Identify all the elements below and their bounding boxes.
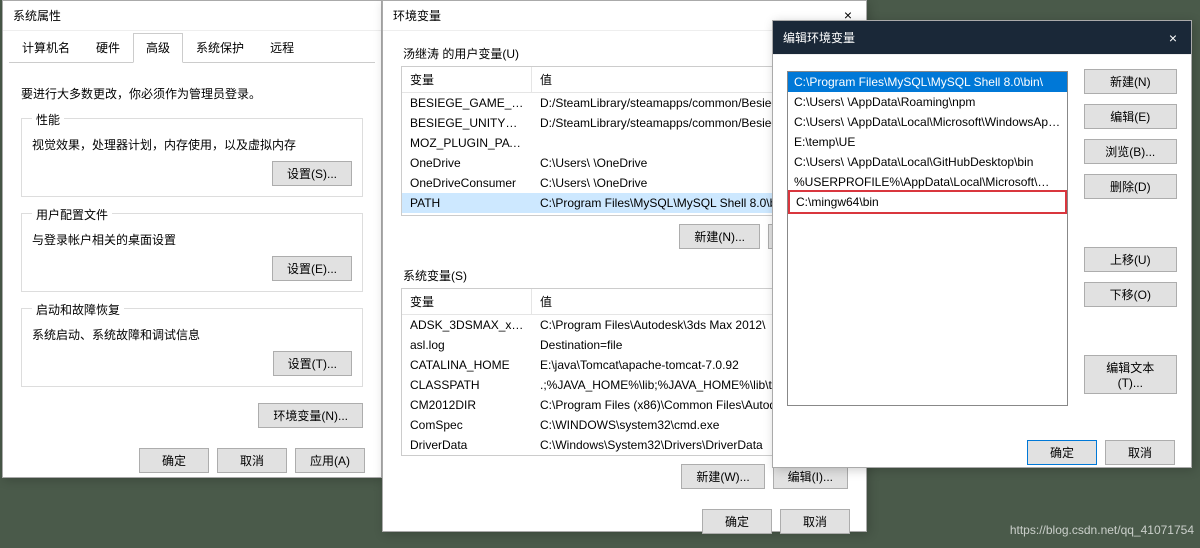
sysprops-panel: 要进行大多数更改，你必须作为管理员登录。 性能 视觉效果，处理器计划，内存使用，… (3, 63, 381, 438)
startup-group: 启动和故障恢复 系统启动、系统故障和调试信息 设置(T)... (21, 308, 363, 387)
userprof-settings-button[interactable]: 设置(E)... (272, 256, 352, 281)
userprofile-group: 用户配置文件 与登录帐户相关的桌面设置 设置(E)... (21, 213, 363, 292)
startup-settings-button[interactable]: 设置(T)... (273, 351, 352, 376)
path-delete-button[interactable]: 删除(D) (1084, 174, 1177, 199)
list-item[interactable]: C:\Users\ \AppData\Local\Microsoft\Windo… (788, 112, 1067, 132)
close-icon[interactable]: × (1165, 30, 1181, 46)
list-item[interactable]: C:\Program Files\MySQL\MySQL Shell 8.0\b… (788, 72, 1067, 92)
startup-legend: 启动和故障恢复 (32, 301, 124, 318)
tab-system-protection[interactable]: 系统保护 (183, 33, 257, 62)
sys-new-button[interactable]: 新建(W)... (681, 464, 764, 489)
editenv-title: 编辑环境变量 (783, 29, 855, 46)
env-vars-button[interactable]: 环境变量(N)... (258, 403, 363, 428)
path-list[interactable]: C:\Program Files\MySQL\MySQL Shell 8.0\b… (787, 71, 1068, 406)
perf-desc: 视觉效果，处理器计划，内存使用，以及虚拟内存 (32, 136, 352, 153)
system-properties-window: 系统属性 计算机名 硬件 高级 系统保护 远程 要进行大多数更改，你必须作为管理… (2, 0, 382, 478)
editenv-titlebar: 编辑环境变量 × (773, 21, 1191, 55)
envvars-cancel-button[interactable]: 取消 (780, 509, 850, 534)
tab-hardware[interactable]: 硬件 (83, 33, 133, 62)
envvars-ok-button[interactable]: 确定 (702, 509, 772, 534)
sysprops-tabs: 计算机名 硬件 高级 系统保护 远程 (9, 33, 375, 63)
list-item[interactable]: C:\Users\ \AppData\Roaming\npm (788, 92, 1067, 112)
envvars-title: 环境变量 (393, 7, 441, 24)
startup-desc: 系统启动、系统故障和调试信息 (32, 326, 352, 343)
editenv-side-buttons: 新建(N) 编辑(E) 浏览(B)... 删除(D) 上移(U) 下移(O) 编… (1084, 61, 1177, 416)
tab-advanced[interactable]: 高级 (133, 33, 183, 63)
sysprops-title: 系统属性 (3, 1, 381, 31)
editenv-cancel-button[interactable]: 取消 (1105, 440, 1175, 465)
list-item[interactable]: C:\Users\ \AppData\Local\GitHubDesktop\b… (788, 152, 1067, 172)
performance-group: 性能 视觉效果，处理器计划，内存使用，以及虚拟内存 设置(S)... (21, 118, 363, 197)
path-edittext-button[interactable]: 编辑文本(T)... (1084, 355, 1177, 394)
watermark: https://blog.csdn.net/qq_41071754 (1010, 523, 1194, 537)
admin-info: 要进行大多数更改，你必须作为管理员登录。 (21, 85, 363, 102)
perf-settings-button[interactable]: 设置(S)... (272, 161, 352, 186)
path-new-button[interactable]: 新建(N) (1084, 69, 1177, 94)
list-item[interactable]: %USERPROFILE%\AppData\Local\Microsoft\Wi… (788, 172, 1067, 192)
list-item[interactable]: E:\temp\UE (788, 132, 1067, 152)
tab-remote[interactable]: 远程 (257, 33, 307, 62)
editenv-ok-button[interactable]: 确定 (1027, 440, 1097, 465)
sysprops-footer: 确定 取消 应用(A) (3, 438, 381, 487)
path-movedown-button[interactable]: 下移(O) (1084, 282, 1177, 307)
userprof-legend: 用户配置文件 (32, 206, 112, 223)
path-edit-button[interactable]: 编辑(E) (1084, 104, 1177, 129)
perf-legend: 性能 (32, 111, 64, 128)
tab-computer-name[interactable]: 计算机名 (9, 33, 83, 62)
sysprops-apply-button[interactable]: 应用(A) (295, 448, 365, 473)
sysprops-cancel-button[interactable]: 取消 (217, 448, 287, 473)
list-item[interactable]: C:\mingw64\bin (788, 190, 1067, 214)
user-new-button[interactable]: 新建(N)... (679, 224, 760, 249)
path-moveup-button[interactable]: 上移(U) (1084, 247, 1177, 272)
sysprops-ok-button[interactable]: 确定 (139, 448, 209, 473)
editenv-footer: 确定 取消 (773, 430, 1191, 479)
userprof-desc: 与登录帐户相关的桌面设置 (32, 231, 352, 248)
path-browse-button[interactable]: 浏览(B)... (1084, 139, 1177, 164)
editenv-body: C:\Program Files\MySQL\MySQL Shell 8.0\b… (773, 55, 1191, 430)
edit-env-window: 编辑环境变量 × C:\Program Files\MySQL\MySQL Sh… (772, 20, 1192, 468)
